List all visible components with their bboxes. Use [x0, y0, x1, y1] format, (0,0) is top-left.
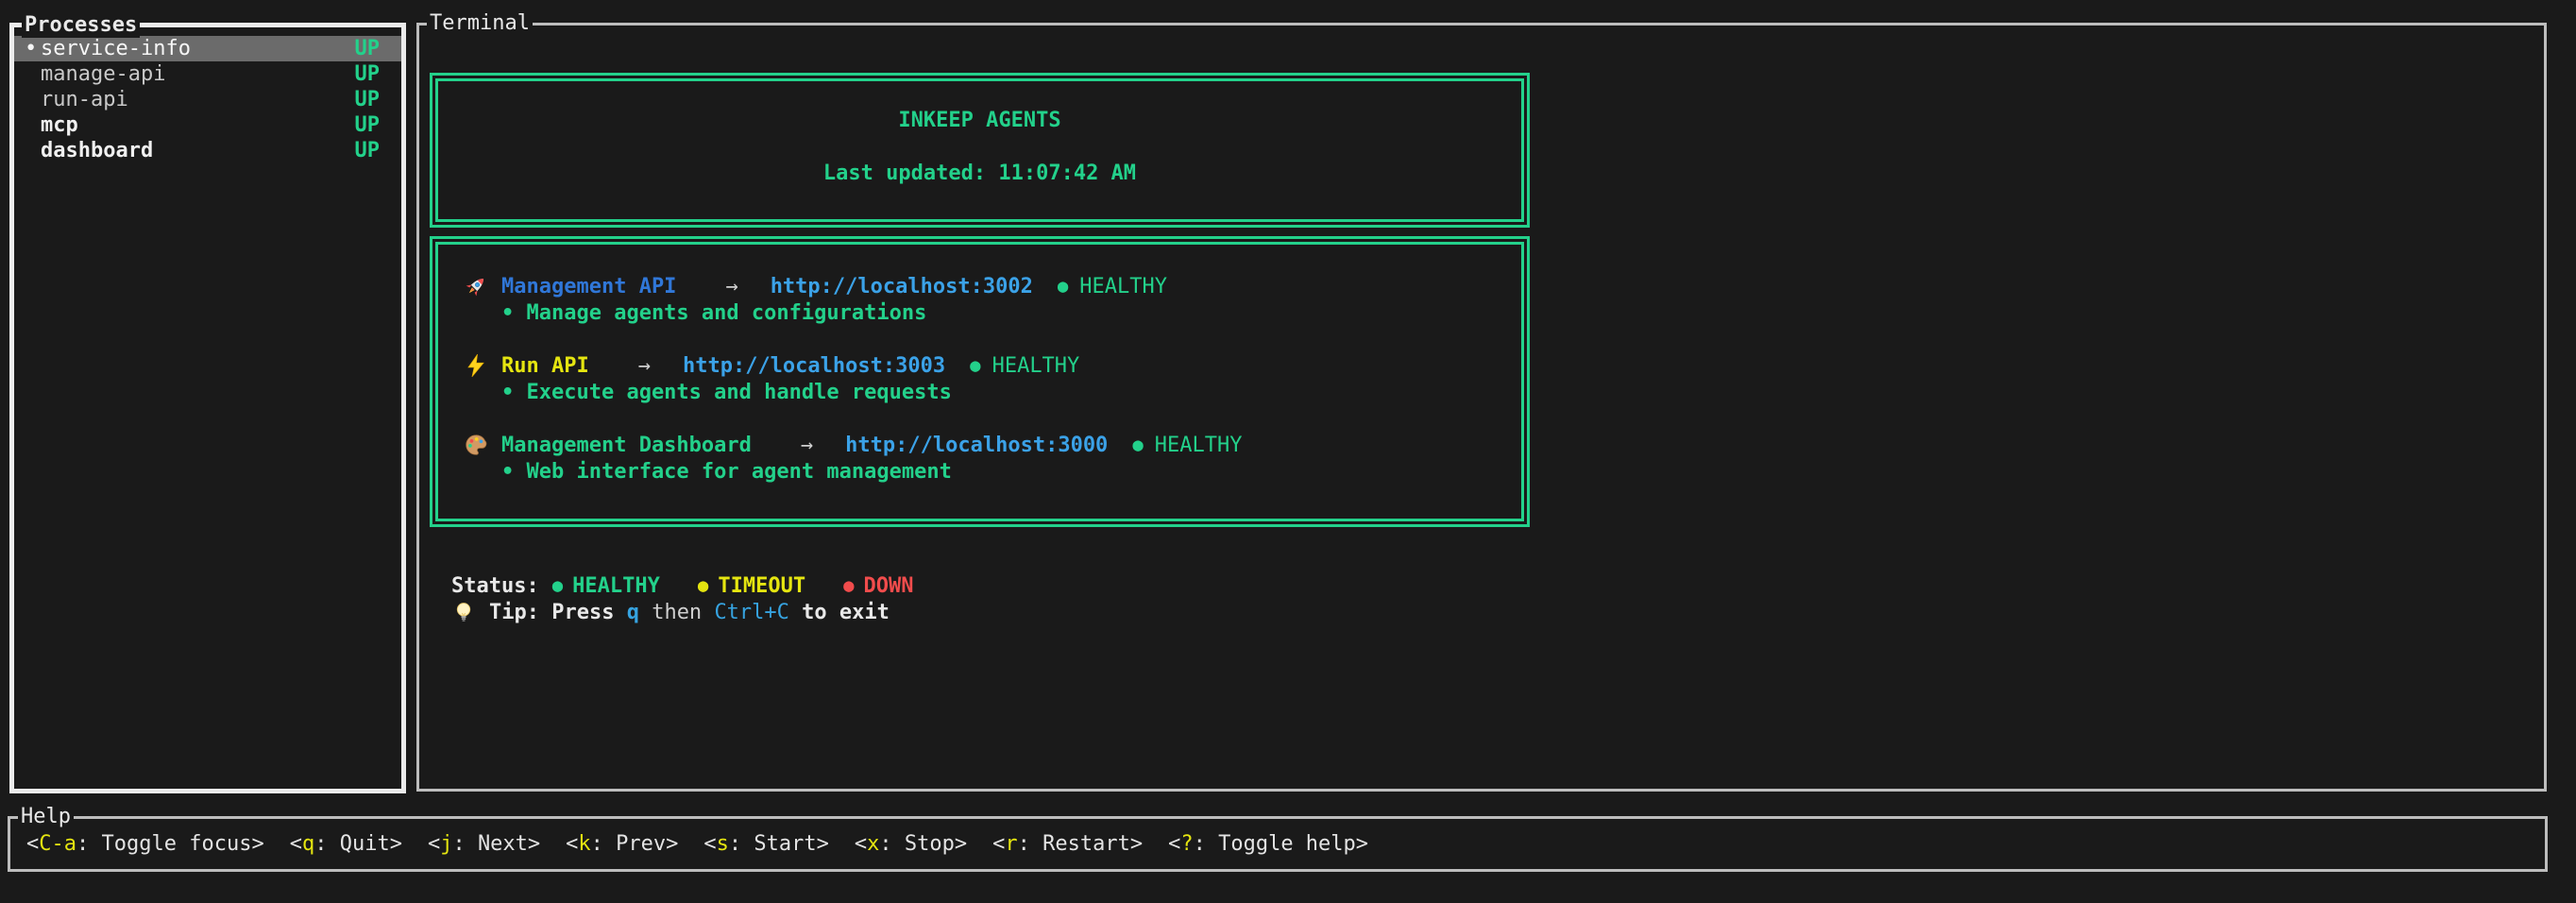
key-label: r [1005, 832, 1017, 856]
process-name: manage-api [41, 62, 165, 86]
health-dot-icon: ● [970, 355, 980, 376]
service-label: Management API [501, 275, 676, 298]
down-dot-icon: ● [843, 575, 854, 596]
help-panel: Help <C-a: Toggle focus> <q: Quit> <j: N… [8, 816, 2548, 872]
tip-key-q: q [627, 601, 639, 624]
service-management-api: Management API → http://localhost:3002 ●… [464, 273, 1502, 326]
process-status-badge: UP [355, 139, 381, 162]
process-status-badge: UP [355, 88, 381, 111]
legend-item-down: ● DOWN [843, 574, 913, 598]
process-row-service-info[interactable]: • service-info UP [14, 36, 401, 61]
terminal-panel-title: Terminal [427, 11, 533, 36]
service-description: • Web interface for agent management [501, 458, 1502, 485]
help-panel-title: Help [18, 805, 74, 829]
help-binding-start: <s: Start> [703, 832, 828, 856]
service-description: • Manage agents and configurations [501, 299, 1502, 326]
tip-prefix: Tip: Press [489, 601, 627, 624]
key-label: x [867, 832, 879, 856]
app-title: INKEEP AGENTS [438, 108, 1521, 134]
terminal-output: INKEEP AGENTS Last updated: 11:07:42 AM [419, 26, 2544, 625]
process-row-dashboard[interactable]: dashboard UP [14, 138, 401, 163]
process-row-run-api[interactable]: run-api UP [14, 87, 401, 112]
legend-item-healthy: ● HEALTHY [552, 574, 660, 598]
last-updated: Last updated: 11:07:42 AM [438, 161, 1521, 187]
key-label: ? [1180, 832, 1193, 856]
help-binding-next: <j: Next> [428, 832, 540, 856]
timeout-dot-icon: ● [698, 575, 708, 596]
process-status-badge: UP [355, 62, 381, 86]
process-row-mcp[interactable]: mcp UP [14, 112, 401, 138]
process-name: run-api [41, 88, 128, 111]
process-name: dashboard [41, 139, 153, 162]
healthy-dot-icon: ● [552, 575, 563, 596]
health-dot-icon: ● [1058, 276, 1068, 297]
header-box: INKEEP AGENTS Last updated: 11:07:42 AM [430, 73, 1530, 228]
tip-suffix: to exit [789, 601, 890, 624]
rocket-icon [464, 274, 501, 298]
bolt-icon [464, 353, 501, 378]
palette-icon [464, 433, 501, 457]
service-label: Run API [501, 354, 589, 378]
key-label: k [578, 832, 590, 856]
process-name: mcp [41, 113, 78, 137]
legend-text: DOWN [864, 574, 914, 598]
service-url[interactable]: http://localhost:3000 [845, 434, 1108, 457]
services-box: Management API → http://localhost:3002 ●… [430, 236, 1530, 527]
service-label: Management Dashboard [501, 434, 752, 457]
help-binding-restart: <r: Restart> [992, 832, 1143, 856]
help-binding-quit: <q: Quit> [290, 832, 402, 856]
process-status-badge: UP [355, 113, 381, 137]
status-legend-label: Status: [451, 574, 539, 598]
key-label: C-a [39, 832, 76, 856]
service-health-status: HEALTHY [992, 354, 1080, 378]
legend-text: TIMEOUT [718, 574, 805, 598]
terminal-panel: Terminal INKEEP AGENTS Last updated: 11:… [416, 23, 2547, 792]
help-binding-prev: <k: Prev> [566, 832, 678, 856]
service-description: • Execute agents and handle requests [501, 379, 1502, 405]
service-management-dashboard: Management Dashboard → http://localhost:… [464, 432, 1502, 485]
arrow-right-icon: → [638, 354, 651, 378]
selected-bullet: • [25, 37, 41, 60]
process-status-badge: UP [355, 37, 381, 60]
help-bindings: <C-a: Toggle focus> <q: Quit> <j: Next> … [10, 819, 2545, 869]
status-legend: Status: ● HEALTHY ● TIMEOUT ● DOWN [451, 572, 2544, 599]
arrow-right-icon: → [725, 275, 737, 298]
process-list: • service-info UP manage-api UP run-api … [14, 27, 401, 163]
help-binding-toggle-focus: <C-a: Toggle focus> [26, 832, 264, 856]
arrow-right-icon: → [801, 434, 813, 457]
processes-panel: Processes • service-info UP manage-api U… [9, 23, 406, 793]
tip-middle: then [639, 601, 714, 624]
service-url[interactable]: http://localhost:3002 [771, 275, 1033, 298]
help-binding-toggle-help: <?: Toggle help> [1168, 832, 1368, 856]
tip-line: Tip: Press q then Ctrl+C to exit [451, 599, 2544, 625]
tip-key-combo: Ctrl+C [714, 601, 788, 624]
legend-text: HEALTHY [572, 574, 660, 598]
service-health-status: HEALTHY [1155, 434, 1243, 457]
key-label: s [717, 832, 729, 856]
help-binding-stop: <x: Stop> [855, 832, 967, 856]
service-url[interactable]: http://localhost:3003 [683, 354, 945, 378]
processes-panel-title: Processes [22, 13, 140, 38]
service-health-status: HEALTHY [1079, 275, 1167, 298]
process-name: service-info [41, 37, 191, 60]
process-row-manage-api[interactable]: manage-api UP [14, 61, 401, 87]
bulb-icon [451, 600, 489, 624]
legend-item-timeout: ● TIMEOUT [698, 574, 805, 598]
key-label: j [440, 832, 452, 856]
key-label: q [302, 832, 314, 856]
health-dot-icon: ● [1132, 434, 1143, 455]
service-run-api: Run API → http://localhost:3003 ● HEALTH… [464, 352, 1502, 405]
